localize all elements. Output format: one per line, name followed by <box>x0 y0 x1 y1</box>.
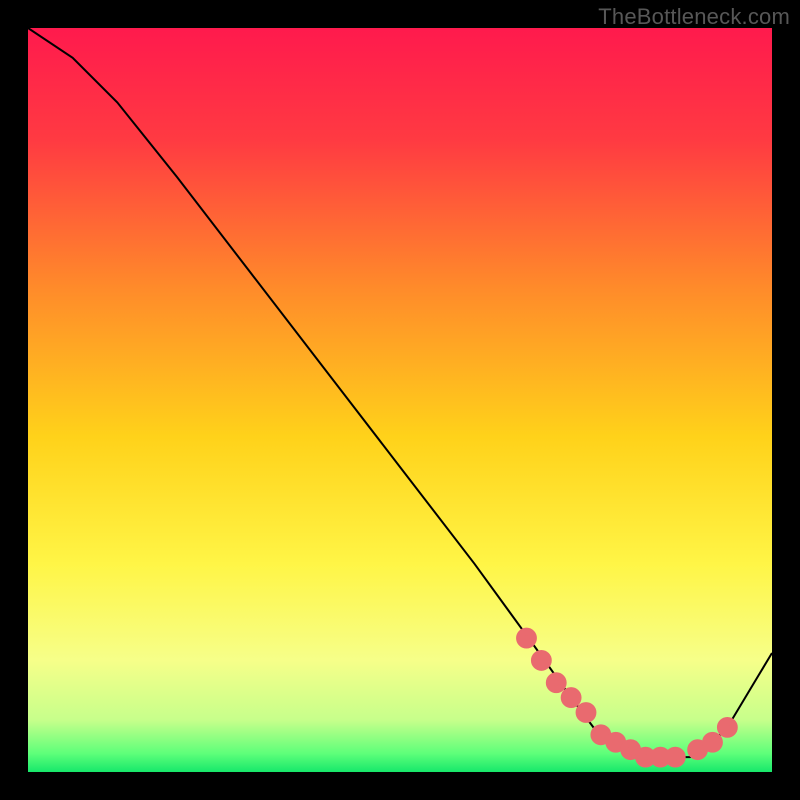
marker-dot <box>706 736 719 749</box>
watermark-text: TheBottleneck.com <box>598 4 790 30</box>
marker-dot <box>691 743 704 756</box>
marker-dot <box>624 743 637 756</box>
marker-dot <box>535 654 548 667</box>
marker-dot <box>579 706 592 719</box>
marker-dot <box>609 736 622 749</box>
marker-dot <box>564 691 577 704</box>
marker-dot <box>669 750 682 763</box>
marker-dot <box>721 721 734 734</box>
chart-frame: TheBottleneck.com <box>0 0 800 800</box>
marker-dot <box>520 631 533 644</box>
marker-dot <box>594 728 607 741</box>
bottleneck-chart <box>28 28 772 772</box>
gradient-background <box>28 28 772 772</box>
marker-dot <box>550 676 563 689</box>
